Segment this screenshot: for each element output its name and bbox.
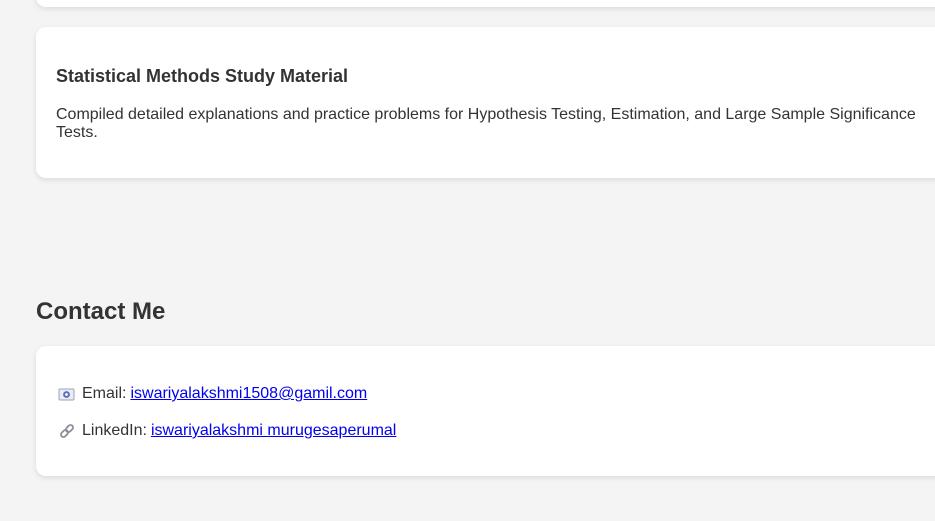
project-card: Statistical Methods Study Material Compi… (36, 27, 935, 178)
contact-card: Email: iswariyalakshmi1508@gamil.com Lin… (36, 346, 935, 476)
contact-linkedin-row: LinkedIn: iswariyalakshmi murugesaperuma… (58, 421, 934, 440)
email-label: Email: (82, 385, 127, 402)
link-icon (58, 423, 76, 439)
email-icon (58, 386, 76, 402)
linkedin-label: LinkedIn: (82, 422, 147, 439)
contact-email-row: Email: iswariyalakshmi1508@gamil.com (58, 384, 934, 403)
contact-section-heading: Contact Me (36, 298, 166, 325)
email-link[interactable]: iswariyalakshmi1508@gamil.com (130, 384, 367, 403)
previous-project-card (36, 0, 935, 7)
linkedin-link[interactable]: iswariyalakshmi murugesaperumal (151, 421, 396, 440)
project-description: Compiled detailed explanations and pract… (56, 106, 916, 141)
project-title: Statistical Methods Study Material (56, 66, 349, 86)
